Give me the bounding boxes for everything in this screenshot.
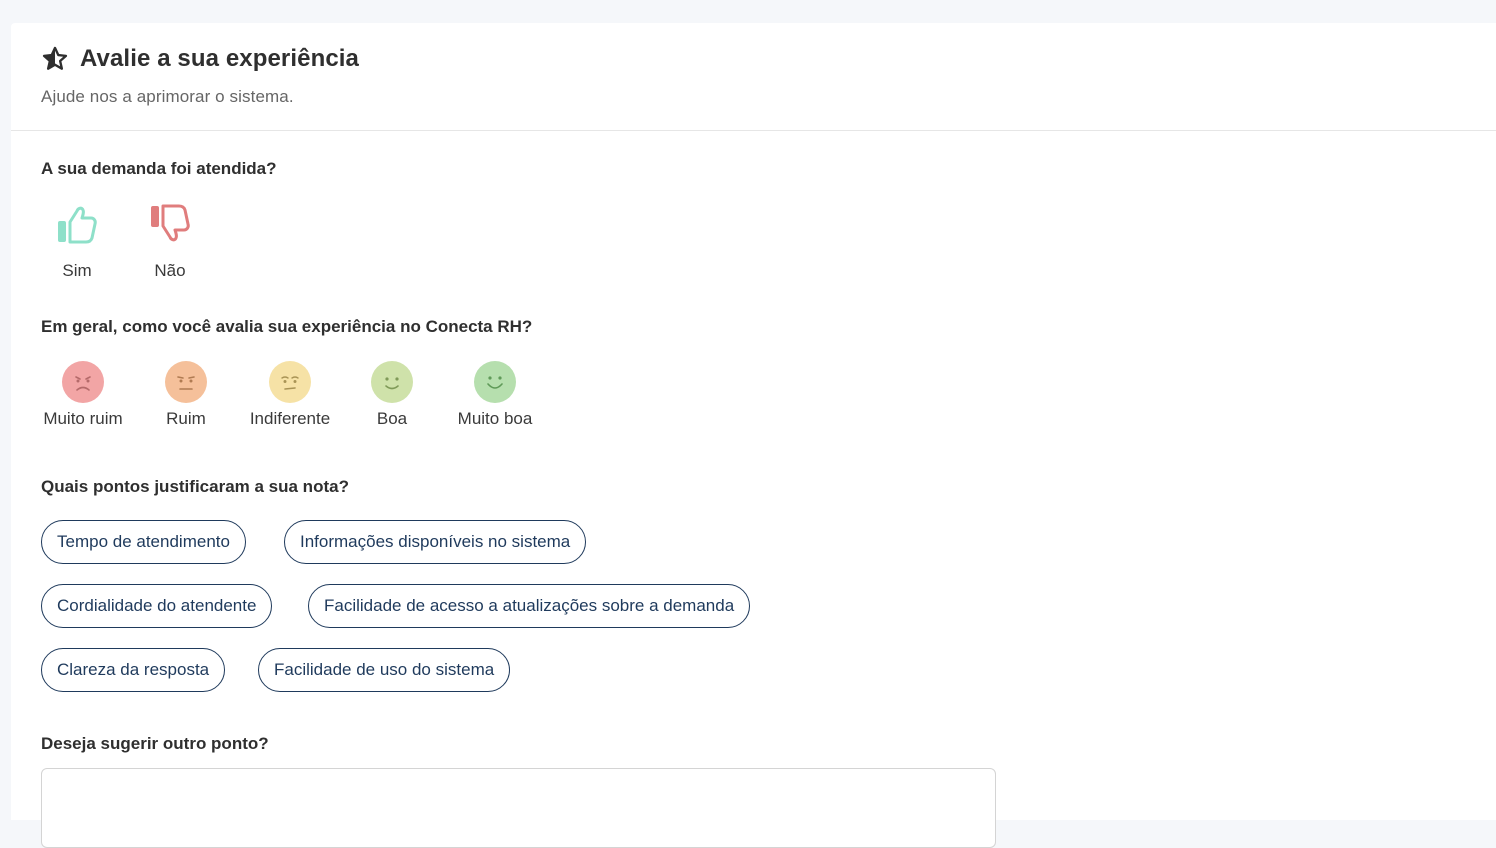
option-no[interactable]: Não bbox=[135, 203, 205, 281]
rating-good-label: Boa bbox=[376, 409, 408, 428]
page-title: Avalie a sua experiência bbox=[80, 45, 360, 72]
rating-neutral-label: Indiferente bbox=[249, 409, 331, 428]
very-bad-face-icon bbox=[62, 361, 104, 403]
option-yes[interactable]: Sim bbox=[42, 203, 112, 281]
rating-very-good-label: Muito boa bbox=[457, 409, 533, 428]
question-demand-attended: A sua demanda foi atendida? bbox=[41, 159, 277, 178]
rating-neutral[interactable]: Indiferente bbox=[247, 361, 333, 429]
bad-face-icon bbox=[165, 361, 207, 403]
neutral-face-icon bbox=[269, 361, 311, 403]
star-icon bbox=[41, 45, 69, 73]
page-subtitle: Ajude nos a aprimorar o sistema. bbox=[41, 87, 294, 106]
rating-very-good[interactable]: Muito boa bbox=[455, 361, 535, 429]
question-overall-experience: Em geral, como você avalia sua experiênc… bbox=[41, 317, 533, 336]
question-suggest-point: Deseja sugerir outro ponto? bbox=[41, 734, 269, 753]
rating-bad[interactable]: Ruim bbox=[163, 361, 209, 429]
very-good-face-icon bbox=[474, 361, 516, 403]
suggestion-textarea[interactable] bbox=[41, 768, 996, 848]
option-no-label: Não bbox=[154, 261, 186, 280]
thumbs-down-icon bbox=[135, 203, 205, 245]
card-header: Avalie a sua experiência Ajude nos a apr… bbox=[11, 23, 1496, 131]
rating-good[interactable]: Boa bbox=[371, 361, 413, 429]
chip-clareza-resposta[interactable]: Clareza da resposta bbox=[41, 648, 226, 692]
chip-informacoes-sistema[interactable]: Informações disponíveis no sistema bbox=[284, 520, 587, 564]
rating-bad-label: Ruim bbox=[166, 409, 206, 428]
chip-facilidade-acesso[interactable]: Facilidade de acesso a atualizações sobr… bbox=[308, 584, 751, 628]
feedback-card: Avalie a sua experiência Ajude nos a apr… bbox=[11, 23, 1496, 820]
good-face-icon bbox=[371, 361, 413, 403]
rating-very-bad-label: Muito ruim bbox=[43, 409, 123, 428]
thumbs-up-icon bbox=[42, 203, 112, 245]
chip-tempo-atendimento[interactable]: Tempo de atendimento bbox=[41, 520, 246, 564]
chip-facilidade-uso[interactable]: Facilidade de uso do sistema bbox=[258, 648, 511, 692]
rating-very-bad[interactable]: Muito ruim bbox=[41, 361, 125, 429]
chip-cordialidade-atendente[interactable]: Cordialidade do atendente bbox=[41, 584, 273, 628]
question-justification: Quais pontos justificaram a sua nota? bbox=[41, 477, 349, 496]
option-yes-label: Sim bbox=[62, 261, 92, 280]
